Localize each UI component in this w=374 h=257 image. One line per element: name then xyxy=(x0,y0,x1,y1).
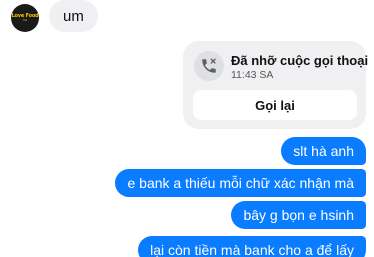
incoming-message[interactable]: um xyxy=(49,0,98,32)
outgoing-message-text: slt hà anh xyxy=(293,143,354,159)
missed-call-title: Đã nhỡ cuộc gọi thoại xyxy=(231,53,369,68)
outgoing-message[interactable]: lại còn tiền mà bank cho a để lấy xyxy=(138,236,366,257)
contact-avatar[interactable]: Love Food Tell xyxy=(11,4,39,32)
outgoing-message[interactable]: e bank a thiếu mỗi chữ xác nhận mà xyxy=(115,169,366,197)
missed-call-time: 11:43 SA xyxy=(231,69,274,81)
avatar-logo-subtext: Tell xyxy=(23,19,27,22)
outgoing-message[interactable]: slt hà anh xyxy=(281,137,366,165)
missed-call-card[interactable]: Đã nhỡ cuộc gọi thoại 11:43 SA Gọi lại xyxy=(183,41,369,129)
outgoing-message-text: bây g bọn e hsinh xyxy=(243,207,354,223)
outgoing-message[interactable]: bây g bọn e hsinh xyxy=(231,201,366,229)
incoming-message-text: um xyxy=(63,7,84,25)
outgoing-message-text: lại còn tiền mà bank cho a để lấy xyxy=(150,242,354,257)
conversation-view: Love Food Tell um Đã nhỡ cuộc gọi thoại … xyxy=(0,0,374,257)
missed-call-icon xyxy=(194,51,224,81)
call-back-button[interactable]: Gọi lại xyxy=(193,90,357,120)
outgoing-message-text: e bank a thiếu mỗi chữ xác nhận mà xyxy=(127,175,354,191)
